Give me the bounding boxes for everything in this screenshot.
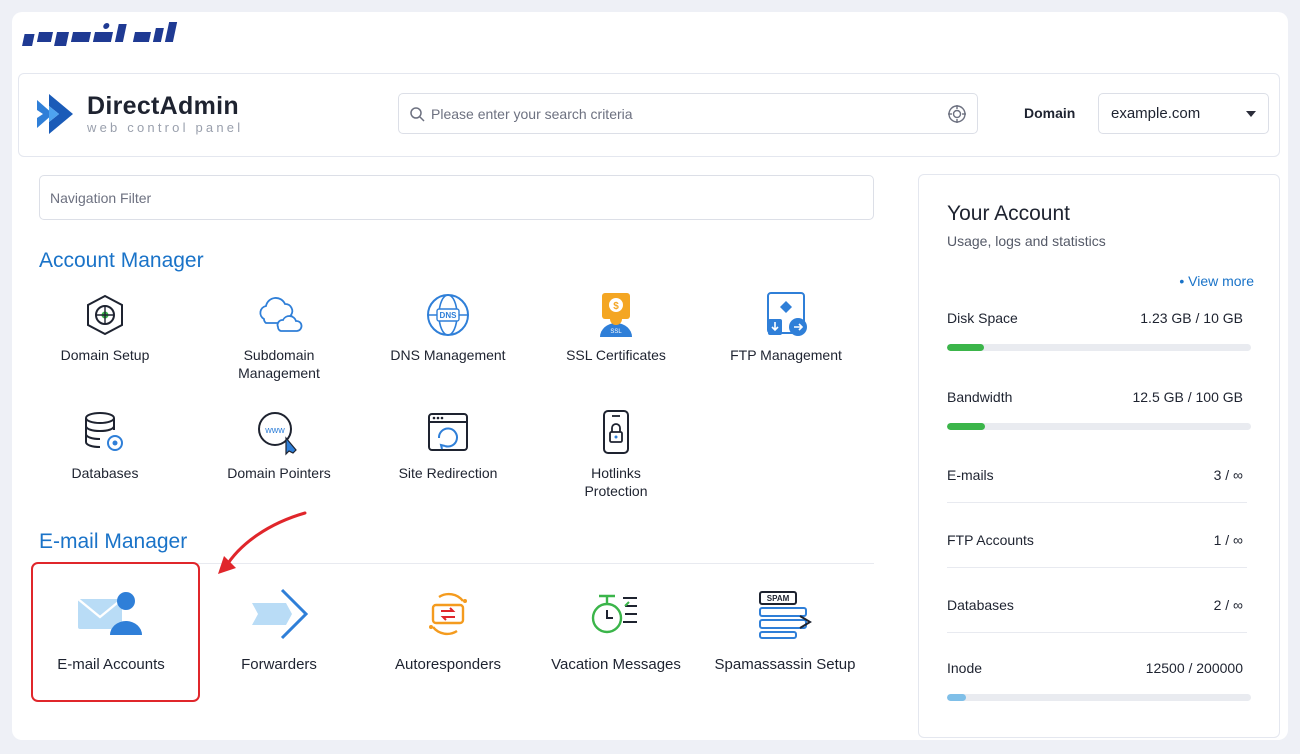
svg-text:www: www <box>264 425 285 435</box>
usage-bar <box>947 423 1251 430</box>
email-accounts-icon <box>71 586 151 642</box>
tile-label: SSL Certificates <box>566 347 666 363</box>
tile-ftp-management[interactable]: FTP Management <box>701 290 871 364</box>
tile-domain-pointers[interactable]: www Domain Pointers <box>194 408 364 482</box>
app-name: DirectAdmin <box>87 92 239 120</box>
directadmin-logo[interactable]: DirectAdmin web control panel <box>35 92 243 136</box>
ssl-certificate-icon: $ SSL <box>591 290 641 340</box>
tile-ssl-certificates[interactable]: $ SSL SSL Certificates <box>531 290 701 364</box>
divider <box>947 567 1247 568</box>
search-input[interactable] <box>431 105 947 122</box>
stat-ftp-accounts: FTP Accounts 1 / ∞ <box>947 532 1251 548</box>
usage-bar-fill <box>947 344 985 351</box>
navigation-filter-input[interactable] <box>39 175 874 220</box>
stat-inode: Inode 12500 / 200000 <box>947 660 1251 701</box>
redirect-icon <box>423 408 473 458</box>
lock-phone-icon <box>591 408 641 458</box>
tile-label: Site Redirection <box>398 465 498 481</box>
vacation-clock-icon <box>576 586 656 642</box>
tile-label: Domain Setup <box>60 347 150 363</box>
tile-label: FTP Management <box>730 347 842 363</box>
svg-text:$: $ <box>613 301 619 312</box>
spam-filter-icon: SPAM <box>745 586 825 642</box>
stat-label: Disk Space <box>947 310 1018 326</box>
forward-arrow-icon <box>239 586 319 642</box>
svg-text:SPAM: SPAM <box>767 594 790 603</box>
tile-spamassassin-setup[interactable]: SPAM Spamassassin Setup <box>700 586 870 674</box>
tile-label: Domain Pointers <box>227 465 331 481</box>
stat-label: FTP Accounts <box>947 532 1034 548</box>
tile-domain-setup[interactable]: Domain Setup <box>20 290 190 364</box>
usage-bar-fill <box>947 694 966 701</box>
stat-databases: Databases 2 / ∞ <box>947 597 1251 613</box>
tile-label: Hotlinks Protection <box>584 465 648 499</box>
stat-value: 2 / ∞ <box>1213 597 1243 613</box>
usage-bar <box>947 694 1251 701</box>
tile-subdomain-management[interactable]: Subdomain Management <box>194 290 364 382</box>
tile-label: Subdomain Management <box>238 347 320 381</box>
divider <box>947 632 1247 633</box>
stat-value: 1.23 GB / 10 GB <box>1140 310 1243 326</box>
usage-bar-fill <box>947 423 985 430</box>
top-header: DirectAdmin web control panel Domain exa… <box>18 73 1280 157</box>
stat-label: Inode <box>947 660 983 676</box>
annotation-arrow-icon <box>218 511 307 574</box>
account-manager-title: Account Manager <box>39 249 204 272</box>
iranserver-logo <box>22 22 178 46</box>
app-subtitle: web control panel <box>87 120 244 135</box>
stat-disk-space: Disk Space 1.23 GB / 10 GB <box>947 310 1251 351</box>
stat-value: 12.5 GB / 100 GB <box>1132 389 1243 405</box>
tile-forwarders[interactable]: Forwarders <box>194 586 364 674</box>
dns-globe-icon: DNS <box>423 290 473 340</box>
domain-select-value: example.com <box>1111 105 1201 122</box>
tile-email-accounts[interactable]: E-mail Accounts <box>26 586 196 674</box>
tile-dns-management[interactable]: DNS DNS Management <box>363 290 533 364</box>
search-icon <box>410 106 425 122</box>
autoresponder-icon <box>408 586 488 642</box>
domain-label: Domain <box>1024 105 1076 121</box>
tile-label: Vacation Messages <box>551 656 681 673</box>
stat-label: E-mails <box>947 467 994 483</box>
account-title: Your Account <box>947 202 1070 225</box>
svg-text:DNS: DNS <box>440 311 458 320</box>
target-settings-icon[interactable] <box>947 104 967 124</box>
tile-databases[interactable]: Databases <box>20 408 190 482</box>
email-manager-title: E-mail Manager <box>39 530 188 553</box>
tile-autoresponders[interactable]: Autoresponders <box>363 586 533 674</box>
tile-hotlinks-protection[interactable]: Hotlinks Protection <box>531 408 701 500</box>
domain-setup-icon <box>80 290 130 340</box>
stat-emails: E-mails 3 / ∞ <box>947 467 1251 483</box>
tile-label: DNS Management <box>390 347 506 363</box>
tile-label: Spamassassin Setup <box>714 656 856 673</box>
account-subtitle: Usage, logs and statistics <box>947 233 1106 249</box>
usage-bar <box>947 344 1251 351</box>
www-pointer-icon: www <box>254 408 304 458</box>
tile-label: Forwarders <box>241 656 317 673</box>
stat-value: 12500 / 200000 <box>1145 660 1243 676</box>
tile-label: Autoresponders <box>395 656 501 673</box>
caret-down-icon <box>1246 110 1256 117</box>
stat-value: 1 / ∞ <box>1213 532 1243 548</box>
your-account-panel: Your Account Usage, logs and statistics … <box>918 174 1280 738</box>
view-more-link[interactable]: • View more <box>1179 273 1254 289</box>
svg-text:SSL: SSL <box>610 329 622 335</box>
tile-site-redirection[interactable]: Site Redirection <box>363 408 533 482</box>
stat-value: 3 / ∞ <box>1213 467 1243 483</box>
domain-select[interactable]: example.com <box>1098 93 1269 134</box>
stat-bandwidth: Bandwidth 12.5 GB / 100 GB <box>947 389 1251 430</box>
cloud-icon <box>254 290 304 340</box>
stat-label: Bandwidth <box>947 389 1013 405</box>
tile-vacation-messages[interactable]: Vacation Messages <box>531 586 701 674</box>
tile-label: Databases <box>71 465 139 481</box>
tile-label: E-mail Accounts <box>57 656 165 673</box>
divider <box>947 502 1247 503</box>
database-icon <box>80 408 130 458</box>
ftp-transfer-icon <box>761 290 811 340</box>
directadmin-chevron-icon <box>37 94 73 134</box>
stat-label: Databases <box>947 597 1014 613</box>
search-box[interactable] <box>398 93 978 134</box>
